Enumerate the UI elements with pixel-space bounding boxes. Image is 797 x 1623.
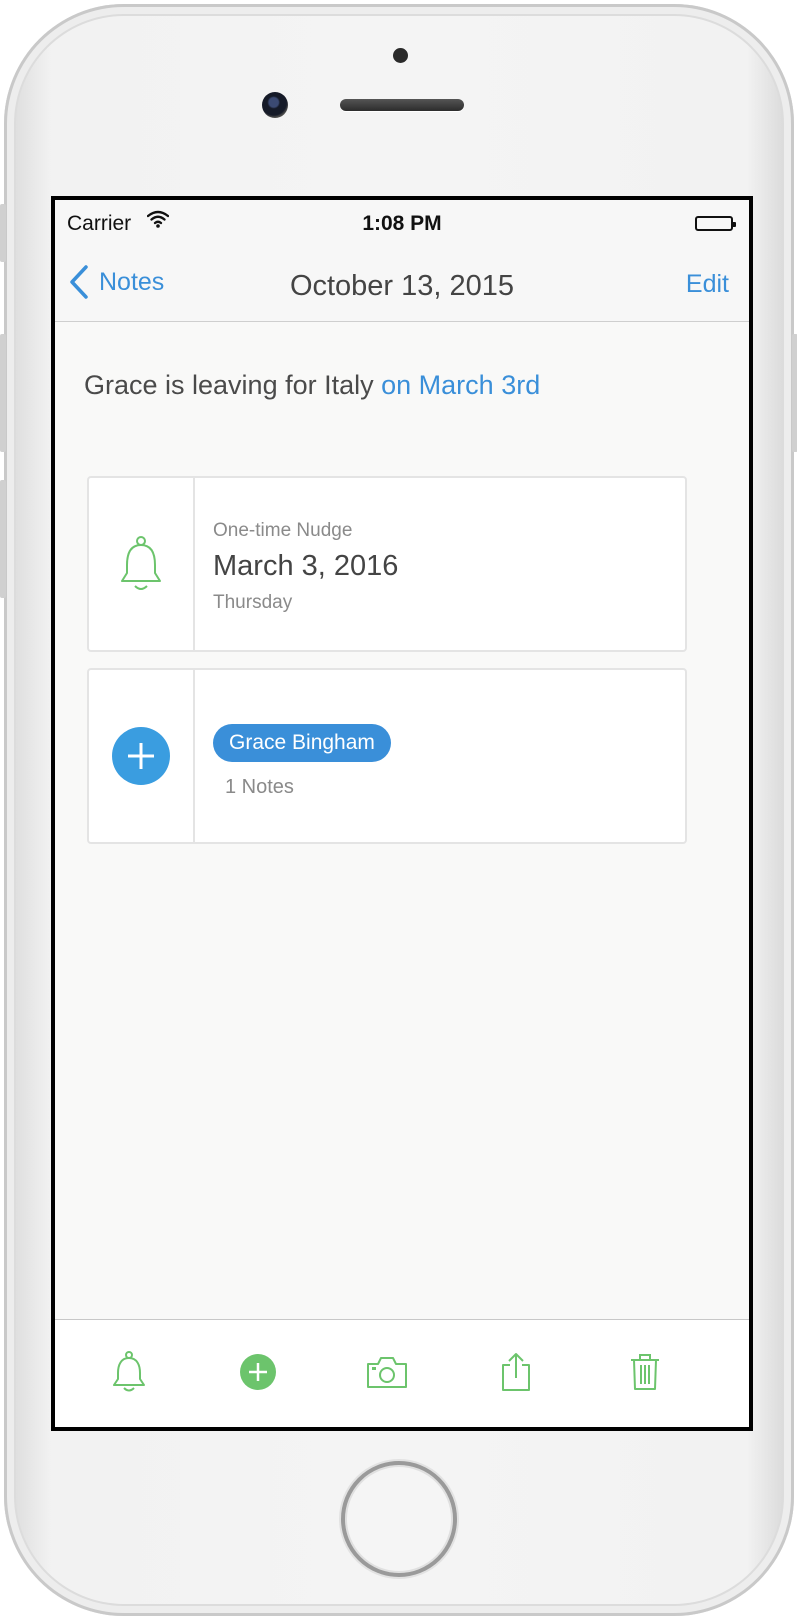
- volume-down-button: [0, 480, 6, 598]
- toolbar-share-button[interactable]: [494, 1350, 538, 1394]
- note-date-link[interactable]: on March 3rd: [381, 370, 540, 400]
- bell-icon: [121, 536, 161, 590]
- silent-switch: [0, 204, 6, 262]
- navigation-bar: Notes October 13, 2015 Edit: [55, 246, 749, 322]
- note-text[interactable]: Grace is leaving for Italy on March 3rd: [84, 370, 540, 401]
- proximity-sensor: [393, 48, 408, 63]
- battery-icon: [695, 216, 736, 231]
- plus-icon: [128, 743, 154, 769]
- nudge-type-label: One-time Nudge: [213, 520, 353, 541]
- nudge-icon-column: [89, 478, 195, 650]
- camera-icon: [367, 1357, 407, 1388]
- toolbar-trash-button[interactable]: [623, 1350, 667, 1394]
- toolbar-add-button[interactable]: [236, 1350, 280, 1394]
- toolbar-bell-button[interactable]: [107, 1350, 151, 1394]
- add-contact-button[interactable]: [112, 727, 170, 785]
- screen: Carrier 1:08 PM Notes October 13, 2015 E…: [51, 196, 753, 1431]
- trash-icon: [631, 1354, 659, 1390]
- home-button[interactable]: [341, 1461, 457, 1577]
- phone-frame: Carrier 1:08 PM Notes October 13, 2015 E…: [0, 4, 797, 1616]
- nudge-date: March 3, 2016: [213, 550, 399, 582]
- earpiece-speaker: [340, 99, 464, 111]
- note-body: Grace is leaving for Italy: [84, 370, 374, 400]
- nudge-weekday: Thursday: [213, 592, 293, 613]
- contact-icon-column: [89, 670, 195, 842]
- contact-card: Grace Bingham 1 Notes: [87, 668, 687, 844]
- volume-up-button: [0, 334, 6, 452]
- share-icon: [502, 1353, 530, 1391]
- edit-button[interactable]: Edit: [686, 270, 729, 299]
- back-button[interactable]: Notes: [69, 262, 164, 302]
- contact-tag[interactable]: Grace Bingham: [213, 724, 391, 762]
- bell-icon: [113, 1351, 145, 1392]
- add-icon: [240, 1354, 276, 1390]
- app-display: Carrier 1:08 PM Notes October 13, 2015 E…: [55, 200, 749, 1427]
- power-button: [792, 334, 797, 452]
- bottom-toolbar: [55, 1319, 749, 1427]
- chevron-left-icon: [70, 265, 88, 299]
- front-camera: [262, 92, 288, 118]
- toolbar-camera-button[interactable]: [365, 1350, 409, 1394]
- status-time: 1:08 PM: [362, 212, 442, 235]
- status-bar: Carrier 1:08 PM: [55, 200, 749, 246]
- nudge-card[interactable]: One-time Nudge March 3, 2016 Thursday: [87, 476, 687, 652]
- back-button-label: Notes: [99, 267, 165, 296]
- contact-notes-count: 1 Notes: [225, 776, 294, 798]
